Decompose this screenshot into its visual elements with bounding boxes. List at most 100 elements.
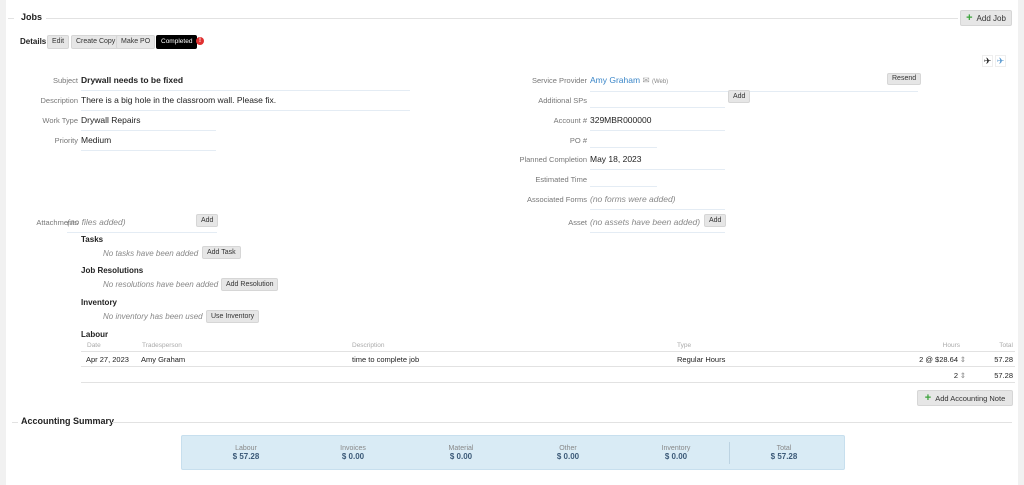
add-task-button[interactable]: Add Task	[202, 246, 241, 259]
additional-sps-label: Additional SPs	[538, 96, 587, 105]
tasks-title: Tasks	[81, 235, 104, 244]
inventory-empty: No inventory has been used	[103, 312, 203, 321]
add-resolution-button[interactable]: Add Resolution	[221, 278, 279, 291]
summary-value: $ 57.28	[770, 452, 798, 461]
left-gutter	[0, 0, 6, 485]
planned-completion-label: Planned Completion	[519, 155, 587, 164]
account-value: 329MBR000000	[590, 115, 725, 131]
summary-label: Other	[559, 445, 577, 452]
add-job-button[interactable]: + Add Job	[960, 10, 1012, 26]
description-value: There is a big hole in the classroom wal…	[81, 95, 410, 111]
summary-value: $ 0.00	[341, 452, 365, 461]
labour-title: Labour	[81, 330, 109, 339]
summary-material: Material $ 0.00	[411, 445, 511, 461]
work-type-value: Drywall Repairs	[81, 115, 216, 131]
pin-blue-icon[interactable]: ✈	[995, 55, 1006, 67]
mail-icon[interactable]: ✉	[642, 75, 649, 85]
labour-total: 57.28	[994, 355, 1013, 364]
service-provider-link[interactable]: Amy Graham	[590, 75, 640, 85]
priority-label: Priority	[54, 136, 78, 145]
summary-labour: Labour $ 57.28	[196, 445, 296, 461]
associated-forms-label: Associated Forms	[526, 195, 587, 204]
estimated-time-label: Estimated Time	[535, 175, 587, 184]
additional-sps-field	[590, 95, 725, 108]
resolutions-title: Job Resolutions	[81, 266, 144, 275]
asset-label: Asset	[568, 218, 587, 227]
associated-forms-value: (no forms were added)	[590, 194, 725, 210]
priority-value: Medium	[81, 135, 216, 151]
add-job-label: Add Job	[976, 14, 1006, 23]
use-inventory-button[interactable]: Use Inventory	[206, 310, 260, 323]
edit-button[interactable]: Edit	[47, 35, 70, 49]
details-title: Details	[20, 37, 47, 46]
make-po-button[interactable]: Make PO	[116, 35, 156, 49]
via-label: (Web)	[651, 79, 669, 85]
add-asset-button[interactable]: Add	[704, 214, 727, 227]
col-description: Description	[352, 342, 385, 349]
col-total: Total	[999, 342, 1013, 349]
po-value	[590, 135, 657, 148]
summary-value: $ 57.28	[232, 452, 260, 461]
divider	[46, 18, 958, 19]
attachments-value: (no files added)	[67, 217, 217, 233]
accounting-summary-title: Accounting Summary	[21, 416, 115, 426]
sort-icon[interactable]: ⇕	[960, 355, 966, 364]
subject-value: Drywall needs to be fixed	[81, 75, 410, 91]
summary-other: Other $ 0.00	[518, 445, 618, 461]
labour-grand-total: 57.28	[994, 371, 1013, 380]
labour-hours: 2 @ $28.64	[919, 355, 958, 364]
service-provider-label: Service Provider	[531, 76, 587, 85]
col-hours: Hours	[942, 342, 960, 349]
alert-icon[interactable]: !	[196, 37, 204, 45]
labour-description: time to complete job	[352, 355, 420, 364]
summary-label: Material	[448, 445, 474, 452]
pin-icon[interactable]: ✈	[982, 55, 993, 67]
inventory-title: Inventory	[81, 298, 118, 307]
description-label: Description	[40, 96, 78, 105]
service-provider-field: Amy Graham ✉ (Web)	[590, 75, 918, 92]
summary-label: Total	[776, 445, 792, 452]
divider	[8, 18, 14, 19]
summary-value: $ 0.00	[664, 452, 688, 461]
status-badge[interactable]: Completed	[156, 35, 198, 49]
page-title: Jobs	[21, 12, 43, 22]
summary-total: Total $ 57.28	[734, 445, 834, 461]
planned-completion-value: May 18, 2023	[590, 154, 725, 170]
add-note-label: Add Accounting Note	[935, 394, 1006, 403]
summary-inventory: Inventory $ 0.00	[626, 445, 726, 461]
divider	[81, 366, 1015, 367]
divider	[81, 351, 1015, 352]
create-copy-button[interactable]: Create Copy	[71, 35, 121, 49]
labour-total-hours: 2	[953, 371, 958, 380]
summary-label: Invoices	[340, 445, 366, 452]
resolutions-empty: No resolutions have been added	[103, 280, 219, 289]
labour-tradesperson: Amy Graham	[141, 355, 186, 364]
summary-label: Labour	[235, 445, 257, 452]
resend-button[interactable]: Resend	[887, 73, 922, 85]
add-sp-button[interactable]: Add	[728, 90, 751, 103]
labour-type: Regular Hours	[677, 355, 726, 364]
summary-value: $ 0.00	[449, 452, 473, 461]
sort-icon[interactable]: ⇕	[960, 371, 966, 380]
right-gutter	[1018, 0, 1024, 485]
estimated-time-value	[590, 174, 657, 187]
col-date: Date	[87, 342, 101, 349]
col-tradesperson: Tradesperson	[142, 342, 182, 349]
summary-label: Inventory	[661, 445, 691, 452]
divider	[729, 442, 730, 464]
add-accounting-note-button[interactable]: + Add Accounting Note	[917, 390, 1013, 406]
divider	[81, 382, 1015, 383]
po-label: PO #	[569, 136, 587, 145]
labour-date-link[interactable]: Apr 27, 2023	[86, 355, 129, 364]
summary-value: $ 0.00	[556, 452, 580, 461]
divider	[112, 422, 1012, 423]
accounting-summary-box: Labour $ 57.28 Invoices $ 0.00 Material $ 0…	[181, 435, 845, 470]
subject-label: Subject	[52, 76, 78, 85]
add-attachment-button[interactable]: Add	[196, 214, 219, 227]
tasks-empty: No tasks have been added	[103, 249, 199, 258]
summary-invoices: Invoices $ 0.00	[303, 445, 403, 461]
divider	[12, 422, 18, 423]
col-type: Type	[677, 342, 692, 349]
plus-icon: +	[966, 12, 973, 24]
plus-icon: +	[924, 392, 932, 404]
